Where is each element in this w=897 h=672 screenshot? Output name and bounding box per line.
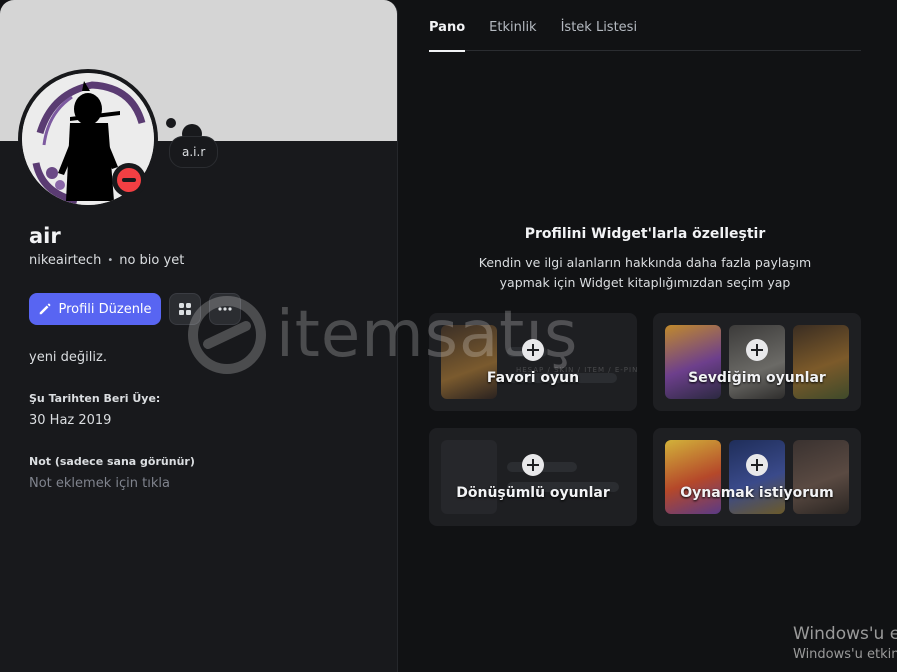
widget-card-label: Oynamak istiyorum [680,485,834,501]
member-since-date: 30 Haz 2019 [29,413,112,428]
edit-profile-label: Profili Düzenle [58,301,152,317]
edit-profile-button[interactable]: Profili Düzenle [29,293,161,325]
tab-pano[interactable]: Pano [429,0,466,52]
note-input[interactable]: Not eklemek için tıkla [29,476,170,491]
profile-panel: a.i.r air nikeairtech • no bio yet Profi… [0,0,398,672]
app-root: a.i.r air nikeairtech • no bio yet Profi… [0,0,897,672]
promo-line-1: Kendin ve ilgi alanların hakkında daha f… [478,255,812,270]
widget-card-want-to-play[interactable]: Oynamak istiyorum [653,428,861,526]
game-cover-thumbnail [665,325,721,399]
member-since-label: Şu Tarihten Beri Üye: [29,392,161,405]
ellipsis-icon [218,307,232,311]
game-cover-thumbnail [665,440,721,514]
activation-line-2: Windows'u etkin [793,647,897,662]
bio-text: no bio yet [119,253,185,268]
widget-card-favorite-games[interactable]: Sevdiğim oyunlar [653,313,861,411]
apps-button[interactable] [169,293,201,325]
game-cover-thumbnail [729,325,785,399]
separator-dot: • [107,255,114,266]
widget-card-rotating-games[interactable]: Dönüşümlü oyunlar [429,428,637,526]
game-cover-thumbnail [441,325,497,399]
pencil-icon [40,303,51,315]
username[interactable]: nikeairtech [29,253,101,268]
widget-card-label: Favori oyun [486,370,580,386]
game-cover-thumbnail [729,440,785,514]
status-badge [112,163,146,197]
more-options-button[interactable] [209,293,241,325]
handle-row: nikeairtech • no bio yet [29,253,184,268]
dnd-status-icon [117,168,141,192]
add-widget-plus-icon [746,454,768,476]
add-widget-plus-icon [522,454,544,476]
add-widget-plus-icon [746,339,768,361]
game-cover-thumbnail [793,440,849,514]
note-label: Not (sadece sana görünür) [29,455,195,468]
widgets-promo-text: Kendin ve ilgi alanların hakkında daha f… [429,253,861,293]
widget-card-favorite-game[interactable]: Favori oyun [429,313,637,411]
game-cover-thumbnail [441,440,497,514]
about-me-text: yeni değiliz. [29,350,107,365]
add-widget-plus-icon [522,339,544,361]
promo-line-2: yapmak için Widget kitaplığımızdan seçim… [499,275,791,290]
profile-tabs: Pano Etkinlik İstek Listesi [429,0,861,52]
custom-status-text: a.i.r [182,145,206,159]
game-cover-thumbnail [793,325,849,399]
apps-icon [179,303,191,315]
windows-activation-notice: Windows'u e Windows'u etkin [793,624,897,662]
tab-istek-listesi[interactable]: İstek Listesi [561,0,637,51]
display-name: air [29,224,61,248]
widget-card-label: Sevdiğim oyunlar [688,370,826,386]
status-bubble-dot [166,118,176,128]
custom-status-bubble[interactable]: a.i.r [169,136,219,168]
widgets-panel: Pano Etkinlik İstek Listesi Profilini Wi… [399,0,897,672]
widgets-promo-title: Profilini Widget'larla özelleştir [524,226,766,242]
activation-line-1: Windows'u e [793,624,897,644]
widget-card-label: Dönüşümlü oyunlar [456,485,610,501]
tab-etkinlik[interactable]: Etkinlik [489,0,536,51]
